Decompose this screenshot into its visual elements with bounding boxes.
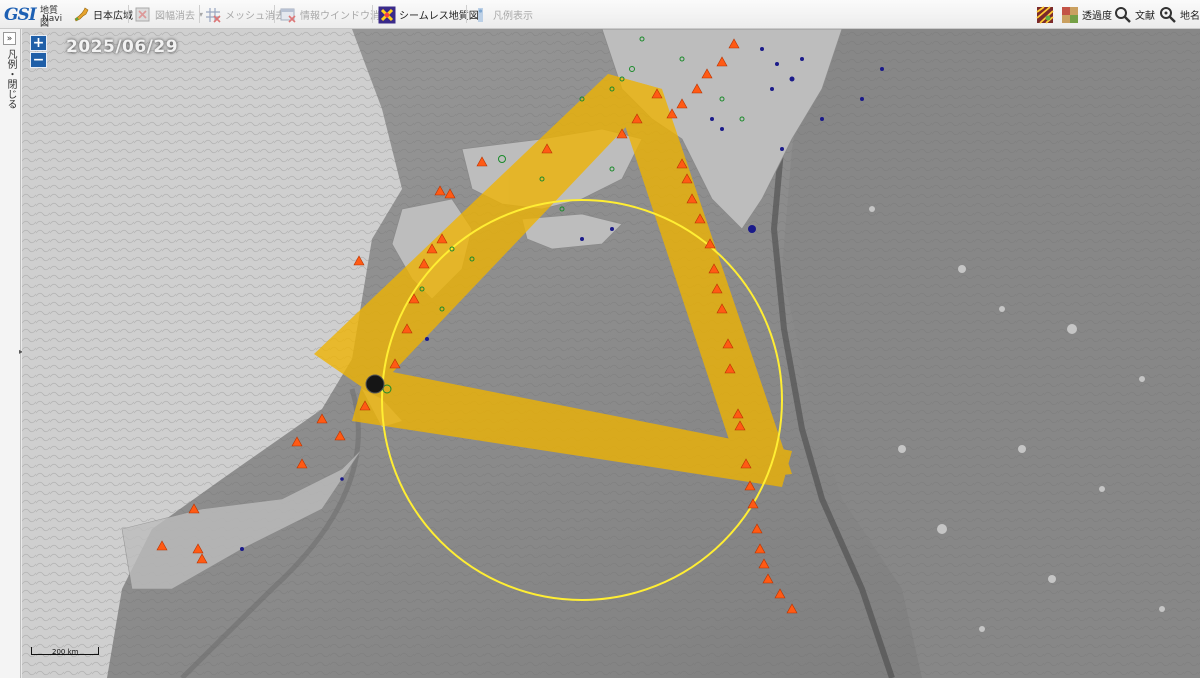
toolbar: GSI 地質図 Navi 日本広域 図幅消去 ▾ メッシュ消去 情報ウインドウ消… [0, 0, 1200, 29]
place-search-button[interactable]: 地名 [1159, 4, 1200, 25]
side-panel: » 凡例・閉じる ▸ [0, 29, 23, 678]
scale-label: 200 km [52, 648, 79, 656]
side-panel-label[interactable]: 凡例・閉じる [4, 49, 16, 109]
zoom-out-button[interactable]: − [30, 52, 47, 68]
date-label: 2025/06/29 [66, 37, 179, 57]
toolbar-divider [274, 5, 275, 23]
toolbar-divider [466, 5, 467, 23]
info-window-clear-label: 情報ウインドウ消去 [300, 11, 390, 22]
layers-button[interactable] [1036, 4, 1057, 25]
literature-search-label: 文献 [1135, 11, 1155, 22]
seamless-geology-button[interactable]: シームレス地質図 [378, 4, 479, 25]
mesh-clear-button[interactable]: メッシュ消去 [204, 4, 285, 25]
zoom-in-button[interactable]: + [30, 35, 47, 51]
toolbar-divider [128, 5, 129, 23]
legend-display-label: 凡例表示 [493, 11, 533, 22]
place-search-label: 地名 [1180, 11, 1200, 22]
japan-wide-button[interactable]: 日本広域 [72, 4, 133, 25]
app-name-line2: Navi [42, 14, 63, 24]
mesh-clear-label: メッシュ消去 [225, 11, 285, 22]
map-view[interactable]: + − 2025/06/29 200 km [22, 29, 1200, 678]
place-search-icon [1159, 6, 1177, 24]
literature-search-icon [1114, 6, 1132, 24]
info-window-clear-icon [279, 6, 297, 24]
japan-map-icon [72, 6, 90, 24]
seamless-geology-icon [378, 6, 396, 24]
map-canvas[interactable] [22, 29, 1200, 678]
highlighted-event-marker[interactable] [365, 374, 385, 394]
japan-wide-label: 日本広域 [93, 11, 133, 22]
gsi-logo-mark: GSI [4, 5, 37, 25]
transparency-label: 透過度 [1082, 11, 1112, 22]
legend-icon [472, 6, 490, 24]
transparency-button[interactable]: 透過度 [1061, 4, 1112, 25]
toolbar-divider [199, 5, 200, 23]
sheet-clear-label: 図幅消去 [155, 11, 195, 22]
toolbar-divider [372, 5, 373, 23]
layers-icon [1036, 5, 1054, 24]
sheet-clear-button[interactable]: 図幅消去 ▾ [134, 4, 203, 25]
app-logo[interactable]: GSI 地質図 Navi [4, 2, 66, 29]
transparency-icon [1061, 6, 1079, 24]
legend-display-button[interactable]: 凡例表示 [472, 4, 533, 25]
literature-search-button[interactable]: 文献 [1114, 4, 1155, 25]
info-window-clear-button[interactable]: 情報ウインドウ消去 [279, 4, 390, 25]
sheet-clear-icon [134, 6, 152, 24]
expand-panel-button[interactable]: » [3, 32, 16, 45]
mesh-clear-icon [204, 6, 222, 24]
